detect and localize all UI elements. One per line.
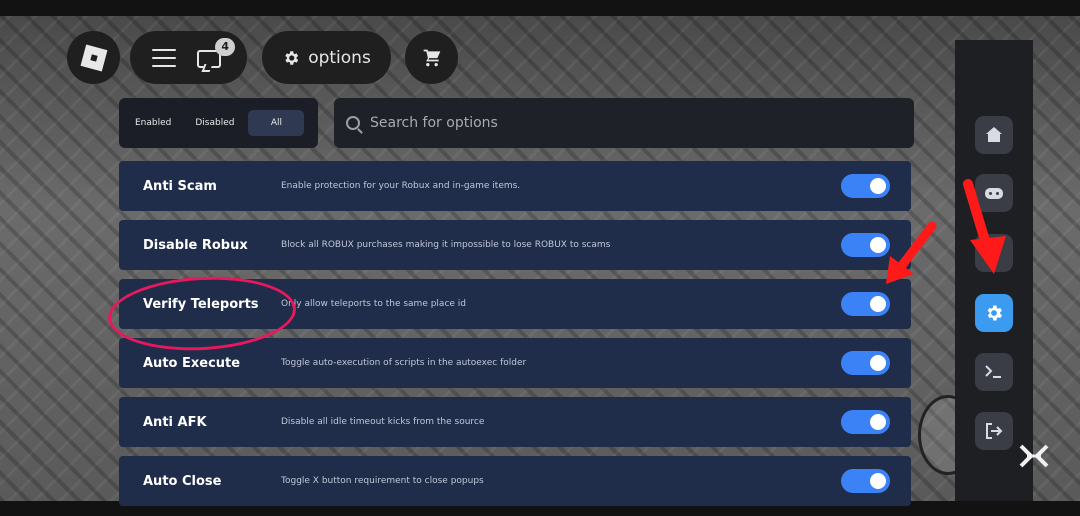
option-toggle[interactable]	[841, 292, 890, 316]
option-title: Auto Close	[143, 473, 222, 489]
sidebar-exit-button[interactable]	[975, 412, 1013, 450]
option-description: Disable all idle timeout kicks from the …	[281, 417, 485, 427]
option-row-anti-scam: Anti Scam Enable protection for your Rob…	[119, 161, 911, 211]
cart-icon	[423, 49, 440, 66]
option-toggle[interactable]	[841, 469, 890, 493]
menu-chat-pill: 4	[130, 31, 247, 84]
filter-disabled[interactable]: Disabled	[185, 110, 244, 136]
filter-segmented-control: Enabled Disabled All	[119, 98, 318, 148]
option-description: Toggle auto-execution of scripts in the …	[281, 358, 527, 368]
filter-enabled[interactable]: Enabled	[125, 110, 181, 136]
gear-icon	[987, 305, 1002, 321]
option-title: Anti Scam	[143, 178, 217, 194]
top-letterbox	[0, 0, 1080, 16]
roblox-logo-icon	[80, 44, 107, 71]
shop-button[interactable]	[405, 31, 458, 84]
option-row-auto-close: Auto Close Toggle X button requirement t…	[119, 456, 911, 506]
roblox-menu-button[interactable]	[67, 31, 120, 84]
option-title: Auto Execute	[143, 355, 241, 371]
terminal-icon	[985, 365, 1001, 378]
option-row-disable-robux: Disable Robux Block all ROBUX purchases …	[119, 220, 911, 270]
search-input[interactable]	[370, 115, 890, 131]
option-toggle[interactable]	[841, 174, 890, 198]
search-icon	[346, 116, 360, 130]
option-row-anti-afk: Anti AFK Disable all idle timeout kicks …	[119, 397, 911, 447]
option-description: Toggle X button requirement to close pop…	[281, 476, 484, 486]
option-description: Block all ROBUX purchases making it impo…	[281, 240, 611, 250]
sidebar-console-button[interactable]	[975, 353, 1013, 391]
hamburger-icon[interactable]	[151, 48, 176, 67]
exit-icon	[986, 423, 1003, 439]
sidebar-home-button[interactable]	[975, 116, 1013, 154]
search-bar	[334, 98, 914, 148]
option-description: Enable protection for your Robux and in-…	[281, 181, 521, 191]
sidebar-settings-button[interactable]	[975, 294, 1013, 332]
annotation-arrow-right	[963, 179, 1006, 274]
option-toggle[interactable]	[841, 351, 890, 375]
capcut-watermark-icon	[1016, 443, 1052, 471]
filter-all[interactable]: All	[248, 110, 305, 136]
option-toggle[interactable]	[841, 410, 890, 434]
options-label: options	[308, 47, 371, 68]
chat-badge: 4	[215, 37, 236, 56]
annotation-arrow-left	[886, 221, 937, 284]
gear-icon	[285, 50, 299, 65]
chat-icon[interactable]: 4	[195, 37, 236, 72]
option-title: Anti AFK	[143, 414, 207, 430]
option-title: Disable Robux	[143, 237, 248, 253]
options-button[interactable]: options	[262, 31, 391, 84]
option-description: Only allow teleports to the same place i…	[281, 299, 467, 309]
